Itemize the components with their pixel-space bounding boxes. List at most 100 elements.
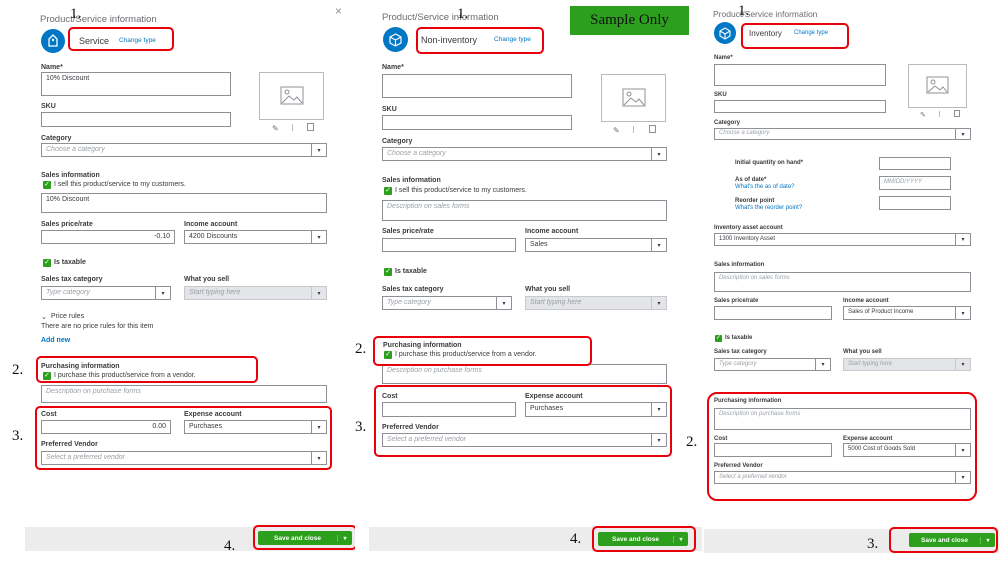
asset-account-select[interactable]: 1300 Inventory Asset ▾ bbox=[714, 233, 971, 246]
initial-qty-label: Initial quantity on hand* bbox=[735, 160, 803, 166]
taxable-label: Is taxable bbox=[395, 268, 427, 275]
annotation-cost bbox=[374, 385, 672, 457]
checkmark-icon: ✓ bbox=[715, 335, 722, 341]
sales-checkbox-label: I sell this product/service to my custom… bbox=[395, 187, 527, 194]
tag-icon[interactable] bbox=[41, 29, 65, 53]
what-you-sell-select[interactable]: Start typing here ▾ bbox=[525, 296, 667, 310]
reorder-point-link[interactable]: What's the reorder point? bbox=[735, 205, 802, 211]
box-icon[interactable] bbox=[383, 27, 408, 52]
annotation-save bbox=[889, 527, 998, 553]
divider bbox=[939, 111, 940, 117]
category-label: Category bbox=[41, 135, 72, 142]
asset-account-label: Inventory asset account bbox=[714, 225, 783, 231]
what-you-sell-placeholder: Start typing here bbox=[530, 299, 582, 306]
step-marker: 1. bbox=[738, 3, 750, 19]
chevron-down-icon[interactable]: ⌄ bbox=[41, 313, 47, 321]
name-value: 10% Discount bbox=[46, 75, 90, 82]
sales-checkbox[interactable]: ✓ bbox=[384, 187, 392, 195]
checkmark-icon: ✓ bbox=[385, 268, 391, 275]
income-account-label: Income account bbox=[184, 221, 238, 228]
image-placeholder-icon[interactable] bbox=[908, 64, 967, 108]
annotation-type bbox=[416, 27, 544, 54]
sales-description[interactable]: Description on sales forms bbox=[714, 272, 971, 292]
taxable-checkbox[interactable]: ✓ bbox=[43, 259, 51, 267]
sales-description-value: 10% Discount bbox=[46, 196, 90, 203]
name-input[interactable]: 10% Discount bbox=[41, 72, 231, 96]
pencil-icon[interactable]: ✎ bbox=[613, 126, 620, 135]
initial-qty-input[interactable] bbox=[879, 157, 951, 170]
annotation-purchasing bbox=[373, 336, 592, 366]
sales-checkbox[interactable]: ✓ bbox=[43, 181, 51, 189]
taxable-checkbox[interactable]: ✓ bbox=[384, 268, 392, 276]
price-rules-label[interactable]: Price rules bbox=[51, 313, 84, 320]
chevron-down-icon: ▾ bbox=[311, 287, 326, 299]
sku-input[interactable] bbox=[382, 115, 572, 130]
step-marker: 1. bbox=[70, 6, 82, 22]
name-label: Name* bbox=[382, 64, 404, 71]
income-account-value: Sales of Product Income bbox=[848, 309, 914, 315]
sales-tax-label: Sales tax category bbox=[382, 286, 444, 293]
sample-badge: Sample Only bbox=[570, 6, 689, 35]
pencil-icon[interactable]: ✎ bbox=[272, 124, 279, 133]
category-label: Category bbox=[714, 120, 741, 126]
sales-description-placeholder: Description on sales forms bbox=[387, 203, 470, 210]
annotation-purchasing-cost bbox=[707, 392, 977, 501]
annotation-type bbox=[68, 27, 174, 51]
taxable-checkbox[interactable]: ✓ bbox=[715, 335, 722, 342]
panel-header: Product/Service information bbox=[713, 9, 818, 19]
category-select[interactable]: Choose a category ▾ bbox=[714, 128, 971, 140]
inventory-panel: Product/Service information Inventory Ch… bbox=[686, 0, 999, 562]
sales-price-input[interactable] bbox=[382, 238, 516, 252]
income-account-select[interactable]: 4200 Discounts ▾ bbox=[184, 230, 327, 244]
sales-tax-placeholder: Type category bbox=[46, 289, 90, 296]
chevron-down-icon: ▾ bbox=[955, 129, 970, 139]
sales-description[interactable]: Description on sales forms bbox=[382, 200, 667, 221]
trash-icon[interactable] bbox=[649, 125, 656, 133]
sales-tax-placeholder: Type category bbox=[719, 361, 757, 367]
what-you-sell-select[interactable]: Start typing here ▾ bbox=[184, 286, 327, 300]
image-placeholder-icon[interactable] bbox=[601, 74, 666, 122]
name-input[interactable] bbox=[714, 64, 886, 86]
sales-tax-placeholder: Type category bbox=[387, 299, 431, 306]
sales-price-input[interactable] bbox=[714, 306, 832, 320]
trash-icon[interactable] bbox=[307, 123, 314, 131]
sales-price-input[interactable]: -0.10 bbox=[41, 230, 175, 244]
category-select[interactable]: Choose a category ▾ bbox=[382, 147, 667, 161]
purchasing-description[interactable]: Description on purchase forms bbox=[41, 385, 327, 403]
add-new-link[interactable]: Add new bbox=[41, 337, 70, 344]
name-input[interactable] bbox=[382, 74, 572, 98]
reorder-point-label: Reorder point bbox=[735, 198, 775, 204]
category-placeholder: Choose a category bbox=[387, 150, 446, 157]
close-icon[interactable]: × bbox=[335, 4, 342, 18]
reorder-point-input[interactable] bbox=[879, 196, 951, 210]
income-account-select[interactable]: Sales of Product Income ▾ bbox=[843, 306, 971, 320]
sales-description[interactable]: 10% Discount bbox=[41, 193, 327, 213]
non-inventory-panel: Product/Service information Sample Only … bbox=[355, 0, 702, 562]
trash-icon[interactable] bbox=[954, 110, 960, 117]
sku-input[interactable] bbox=[41, 112, 231, 127]
step-marker: 3. bbox=[355, 419, 367, 435]
step-marker: 4. bbox=[224, 538, 236, 554]
box-icon[interactable] bbox=[714, 22, 736, 44]
sku-input[interactable] bbox=[714, 100, 886, 113]
income-account-select[interactable]: Sales ▾ bbox=[525, 238, 667, 252]
purchasing-description[interactable]: Description on purchase forms bbox=[382, 364, 667, 384]
sales-tax-select[interactable]: Type category ▾ bbox=[714, 358, 831, 371]
sales-tax-select[interactable]: Type category ▾ bbox=[41, 286, 171, 300]
category-select[interactable]: Choose a category ▾ bbox=[41, 143, 327, 157]
step-marker: 1. bbox=[457, 6, 469, 22]
price-rules-text: There are no price rules for this item bbox=[41, 323, 154, 330]
purchasing-description-placeholder: Description on purchase forms bbox=[387, 367, 482, 374]
as-of-date-link[interactable]: What's the as of date? bbox=[735, 184, 795, 190]
chevron-down-icon: ▾ bbox=[651, 148, 666, 160]
chevron-down-icon: ▾ bbox=[955, 234, 970, 245]
as-of-date-input[interactable]: MM/DD/YYYY bbox=[879, 176, 951, 190]
sales-tax-select[interactable]: Type category ▾ bbox=[382, 296, 512, 310]
what-you-sell-select[interactable]: Start typing here ▾ bbox=[843, 358, 971, 371]
image-placeholder-icon[interactable] bbox=[259, 72, 324, 120]
step-marker: 4. bbox=[570, 531, 582, 547]
income-account-label: Income account bbox=[843, 298, 889, 304]
chevron-down-icon: ▾ bbox=[311, 144, 326, 156]
pencil-icon[interactable]: ✎ bbox=[920, 111, 926, 119]
what-you-sell-placeholder: Start typing here bbox=[189, 289, 241, 296]
